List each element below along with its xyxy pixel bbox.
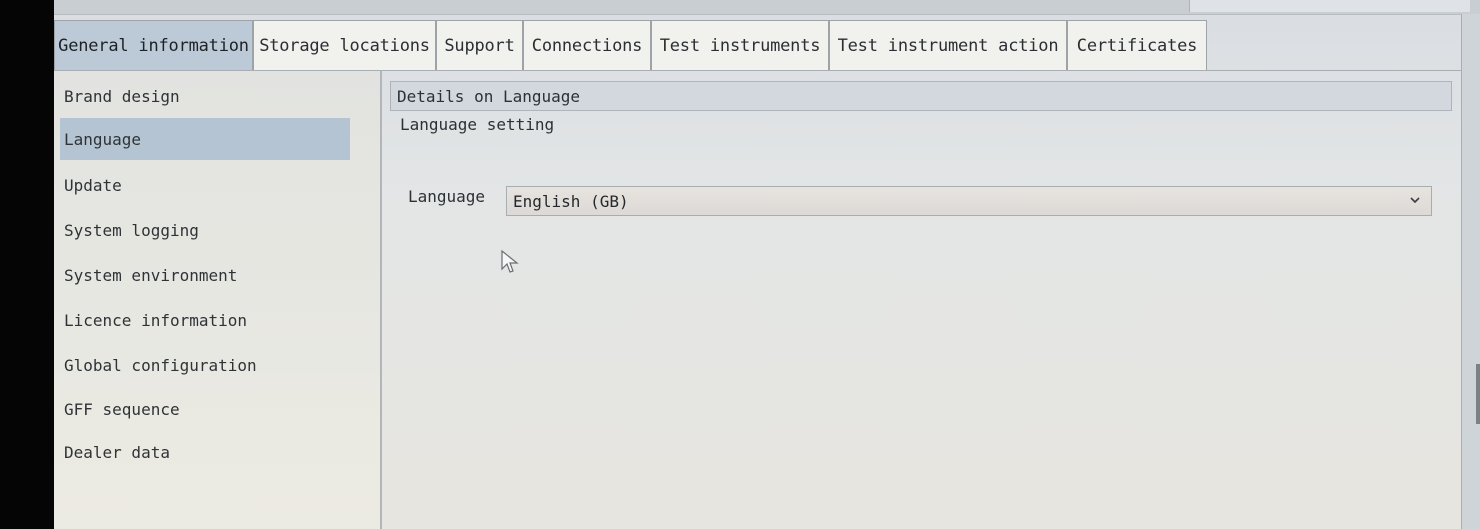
sidebar-item-gff-sequence[interactable]: GFF sequence (60, 388, 350, 430)
sidebar-item-system-environment[interactable]: System environment (60, 254, 350, 296)
mouse-pointer-icon (500, 249, 520, 275)
tab-general-information[interactable]: General information (54, 20, 253, 70)
details-panel: Details on Language Language setting Lan… (380, 71, 1462, 529)
window-top-strip (54, 0, 1480, 15)
sidebar-item-language[interactable]: Language (60, 118, 350, 160)
tab-storage-locations[interactable]: Storage locations (253, 20, 436, 70)
scrollbar-thumb[interactable] (1476, 364, 1480, 424)
screen-bezel (0, 0, 54, 529)
tab-connections[interactable]: Connections (523, 20, 651, 70)
language-field-label: Language (408, 187, 486, 206)
tab-test-instrument-action[interactable]: Test instrument action (829, 20, 1067, 70)
language-dropdown-value: English (GB) (513, 191, 629, 211)
sidebar: Brand design Language Update System logg… (54, 71, 382, 529)
tab-certificates[interactable]: Certificates (1067, 20, 1207, 70)
language-dropdown[interactable]: English (GB) (506, 186, 1432, 216)
application-window: General information Storage locations Su… (54, 0, 1480, 529)
window-top-field (1189, 0, 1470, 12)
sidebar-item-global-configuration[interactable]: Global configuration (60, 344, 350, 386)
sidebar-item-system-logging[interactable]: System logging (60, 209, 350, 251)
tab-bar: General information Storage locations Su… (54, 16, 1464, 71)
tab-support[interactable]: Support (436, 20, 523, 70)
chevron-down-icon[interactable] (1409, 194, 1421, 209)
vertical-scrollbar[interactable] (1461, 14, 1480, 529)
tab-test-instruments[interactable]: Test instruments (651, 20, 829, 70)
sidebar-item-dealer-data[interactable]: Dealer data (60, 431, 350, 473)
sidebar-item-brand-design[interactable]: Brand design (60, 75, 350, 117)
sidebar-item-licence-information[interactable]: Licence information (60, 299, 350, 341)
language-setting-title: Language setting (400, 115, 555, 134)
sidebar-item-update[interactable]: Update (60, 164, 350, 206)
details-header: Details on Language (390, 81, 1452, 111)
